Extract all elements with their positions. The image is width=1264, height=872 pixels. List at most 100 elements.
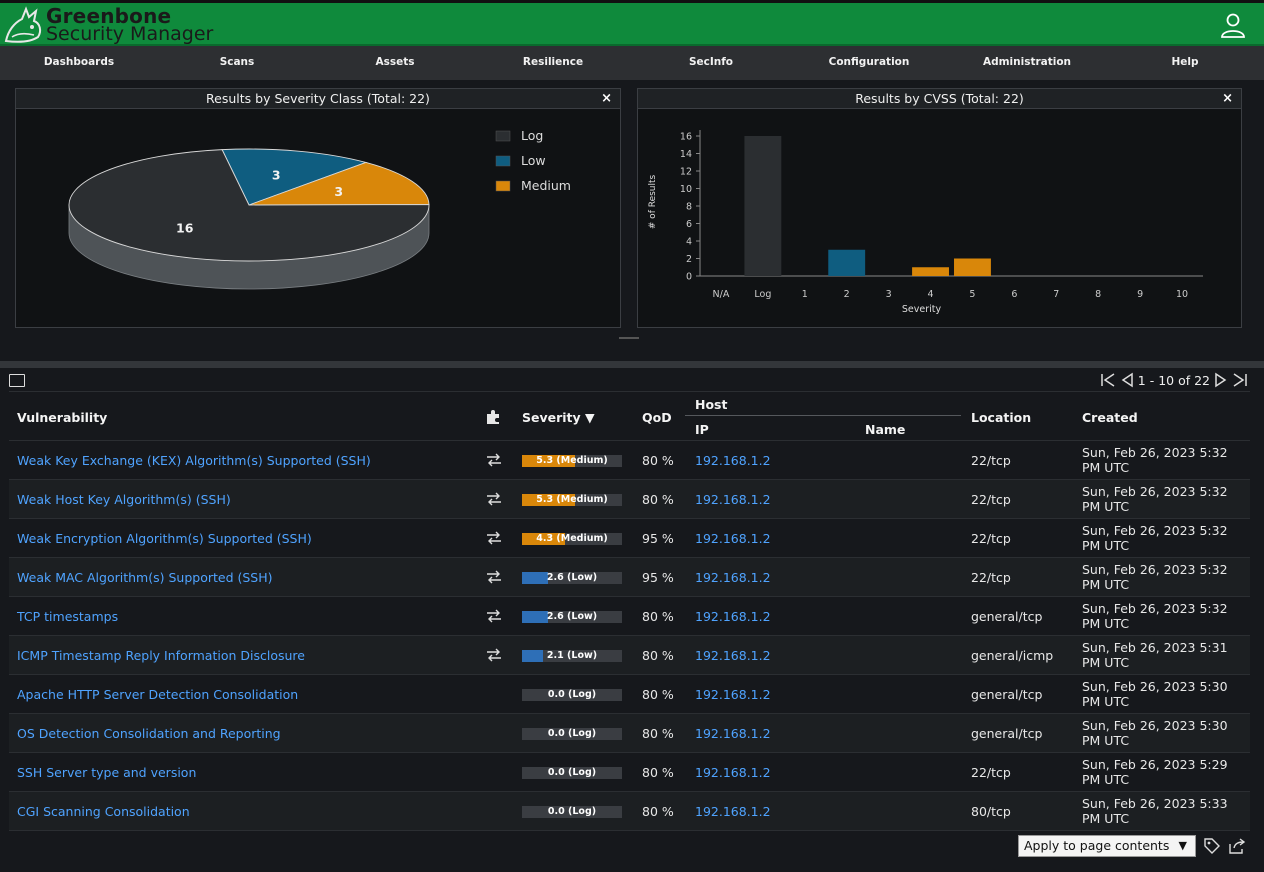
host-ip-link[interactable]: 192.168.1.2 bbox=[695, 804, 771, 819]
vulnerability-link[interactable]: Weak Key Exchange (KEX) Algorithm(s) Sup… bbox=[17, 453, 371, 468]
host-ip-link[interactable]: 192.168.1.2 bbox=[695, 687, 771, 702]
x-tick-label: 7 bbox=[1053, 289, 1059, 300]
host-ip-link[interactable]: 192.168.1.2 bbox=[695, 648, 771, 663]
pagination: 1 - 10 of 22 bbox=[1100, 372, 1248, 388]
apply-to-select[interactable]: Apply to page contents ▼ bbox=[1018, 835, 1196, 857]
qod-value: 80 % bbox=[642, 492, 674, 507]
col-vulnerability[interactable]: Vulnerability bbox=[17, 410, 107, 425]
vulnerability-link[interactable]: Weak Host Key Algorithm(s) (SSH) bbox=[17, 492, 231, 507]
folder-icon[interactable] bbox=[9, 374, 25, 387]
menu-secinfo[interactable]: SecInfo bbox=[632, 46, 790, 80]
menu-scans[interactable]: Scans bbox=[158, 46, 316, 80]
overrides-icon[interactable] bbox=[486, 570, 502, 584]
menu-configuration[interactable]: Configuration bbox=[790, 46, 948, 80]
severity-bar: 2.6 (Low) bbox=[522, 611, 622, 623]
menu-assets[interactable]: Assets bbox=[316, 46, 474, 80]
vulnerability-link[interactable]: Apache HTTP Server Detection Consolidati… bbox=[17, 687, 298, 702]
overrides-icon[interactable] bbox=[486, 492, 502, 506]
created-time: PM UTC bbox=[1082, 577, 1130, 592]
last-page-icon[interactable] bbox=[1232, 372, 1248, 388]
severity-label: 2.6 (Low) bbox=[546, 611, 598, 622]
close-icon[interactable]: × bbox=[1222, 89, 1233, 108]
chevron-down-icon: ▼ bbox=[1178, 839, 1187, 852]
menu-resilience[interactable]: Resilience bbox=[474, 46, 632, 80]
severity-label: 0.0 (Log) bbox=[547, 728, 597, 739]
greenbone-dragon-icon[interactable] bbox=[2, 3, 44, 45]
vulnerability-link[interactable]: OS Detection Consolidation and Reporting bbox=[17, 726, 281, 741]
bar-2[interactable] bbox=[828, 249, 866, 276]
created-date: Sun, Feb 26, 2023 5:33 bbox=[1082, 796, 1228, 811]
first-page-icon[interactable] bbox=[1100, 372, 1116, 388]
tag-icon[interactable] bbox=[1204, 838, 1220, 854]
table-row[interactable]: Weak MAC Algorithm(s) Supported (SSH) 2.6… bbox=[9, 558, 1250, 597]
col-location[interactable]: Location bbox=[971, 410, 1031, 425]
overrides-icon[interactable] bbox=[486, 609, 502, 623]
menu-dashboards[interactable]: Dashboards bbox=[0, 46, 158, 80]
vulnerability-link[interactable]: CGI Scanning Consolidation bbox=[17, 804, 190, 819]
table-row[interactable]: CGI Scanning Consolidation 0.0 (Log) 80 % 1… bbox=[9, 792, 1250, 831]
location-value: general/tcp bbox=[971, 687, 1043, 702]
host-ip-link[interactable]: 192.168.1.2 bbox=[695, 531, 771, 546]
vulnerability-link[interactable]: TCP timestamps bbox=[17, 609, 118, 624]
x-tick-label: 6 bbox=[1011, 289, 1017, 300]
table-row[interactable]: SSH Server type and version 0.0 (Log) 80 %… bbox=[9, 753, 1250, 792]
table-row[interactable]: ICMP Timestamp Reply Information Disclos… bbox=[9, 636, 1250, 675]
host-ip-link[interactable]: 192.168.1.2 bbox=[695, 492, 771, 507]
menu-administration[interactable]: Administration bbox=[948, 46, 1106, 80]
severity-label: 0.0 (Log) bbox=[547, 767, 597, 778]
host-ip-link[interactable]: 192.168.1.2 bbox=[695, 453, 771, 468]
overrides-icon[interactable] bbox=[486, 531, 502, 545]
overrides-icon[interactable] bbox=[486, 648, 502, 662]
created-date: Sun, Feb 26, 2023 5:32 bbox=[1082, 601, 1228, 616]
previous-page-icon[interactable] bbox=[1120, 372, 1134, 388]
col-created[interactable]: Created bbox=[1082, 410, 1138, 425]
host-ip-link[interactable]: 192.168.1.2 bbox=[695, 765, 771, 780]
vulnerability-link[interactable]: ICMP Timestamp Reply Information Disclos… bbox=[17, 648, 305, 663]
legend-swatch bbox=[495, 130, 511, 142]
next-page-icon[interactable] bbox=[1214, 372, 1228, 388]
host-ip-link[interactable]: 192.168.1.2 bbox=[695, 609, 771, 624]
results-table: Vulnerability Severity ▼ QoD Host IP Nam… bbox=[9, 391, 1250, 831]
table-row[interactable]: Apache HTTP Server Detection Consolidati… bbox=[9, 675, 1250, 714]
created-time: PM UTC bbox=[1082, 460, 1130, 475]
menu-help[interactable]: Help bbox=[1106, 46, 1264, 80]
col-host-name[interactable]: Name bbox=[865, 422, 905, 437]
col-qod[interactable]: QoD bbox=[642, 410, 672, 425]
main-menu: Dashboards Scans Assets Resilience SecIn… bbox=[0, 46, 1264, 80]
panel-header: Results by CVSS (Total: 22) × bbox=[638, 89, 1241, 109]
qod-value: 80 % bbox=[642, 609, 674, 624]
host-ip-link[interactable]: 192.168.1.2 bbox=[695, 570, 771, 585]
severity-bar: 5.3 (Medium) bbox=[522, 494, 622, 506]
vulnerability-link[interactable]: SSH Server type and version bbox=[17, 765, 196, 780]
legend-swatch bbox=[495, 155, 511, 167]
severity-bar: 0.0 (Log) bbox=[522, 728, 622, 740]
bar-4[interactable] bbox=[912, 267, 949, 276]
col-severity[interactable]: Severity ▼ bbox=[522, 410, 595, 425]
severity-bar: 0.0 (Log) bbox=[522, 806, 622, 818]
table-row[interactable]: Weak Key Exchange (KEX) Algorithm(s) Sup… bbox=[9, 441, 1250, 480]
panel-title: Results by Severity Class (Total: 22) bbox=[206, 91, 430, 106]
overrides-icon[interactable] bbox=[486, 453, 502, 467]
bar-Log[interactable] bbox=[744, 136, 782, 276]
vulnerability-link[interactable]: Weak MAC Algorithm(s) Supported (SSH) bbox=[17, 570, 273, 585]
resize-handle[interactable] bbox=[619, 337, 639, 339]
table-row[interactable]: OS Detection Consolidation and Reporting… bbox=[9, 714, 1250, 753]
export-icon[interactable] bbox=[1228, 838, 1246, 854]
table-row[interactable]: Weak Host Key Algorithm(s) (SSH) 5.3 (Med… bbox=[9, 480, 1250, 519]
table-row[interactable]: TCP timestamps 2.6 (Low) 80 % 192.168.1.2 ge… bbox=[9, 597, 1250, 636]
pie-label: 16 bbox=[176, 220, 194, 235]
user-icon[interactable] bbox=[1220, 12, 1246, 38]
qod-value: 80 % bbox=[642, 726, 674, 741]
table-row[interactable]: Weak Encryption Algorithm(s) Supported (… bbox=[9, 519, 1250, 558]
severity-bar: 5.3 (Medium) bbox=[522, 455, 622, 467]
x-tick-label: 10 bbox=[1176, 289, 1188, 300]
qod-value: 80 % bbox=[642, 804, 674, 819]
x-axis-label: Severity bbox=[902, 304, 942, 315]
bar-5[interactable] bbox=[954, 258, 991, 277]
col-ip[interactable]: IP bbox=[695, 422, 709, 437]
close-icon[interactable]: × bbox=[601, 89, 612, 108]
host-ip-link[interactable]: 192.168.1.2 bbox=[695, 726, 771, 741]
pager-text: 1 - 10 of 22 bbox=[1137, 372, 1210, 388]
brand-subtitle: Security Manager bbox=[46, 23, 214, 45]
vulnerability-link[interactable]: Weak Encryption Algorithm(s) Supported (… bbox=[17, 531, 312, 546]
